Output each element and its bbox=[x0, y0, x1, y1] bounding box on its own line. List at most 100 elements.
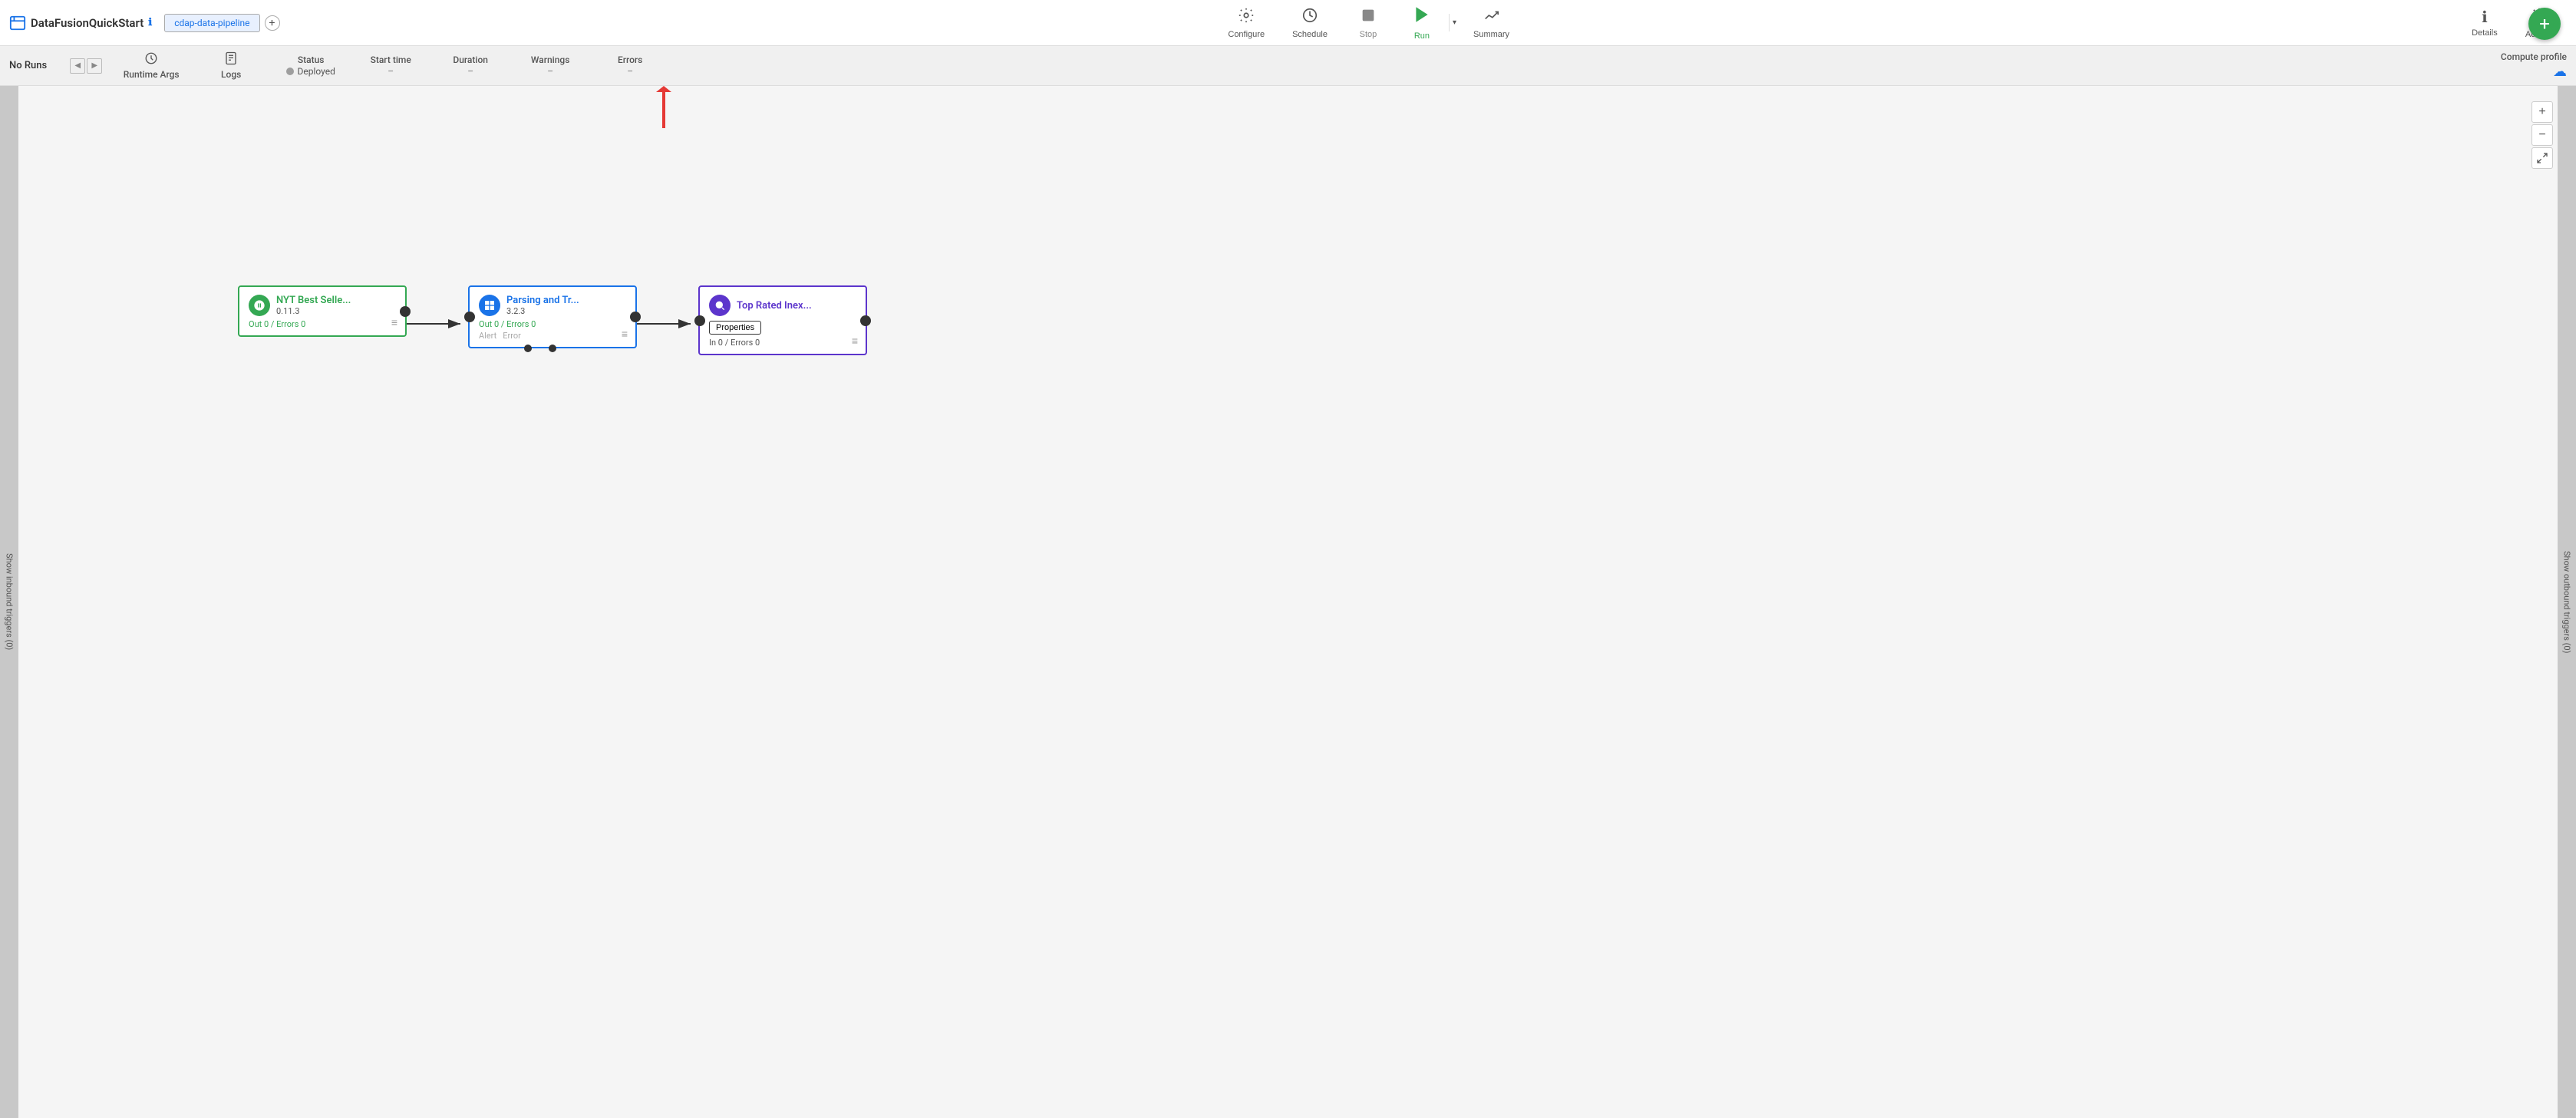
toolbar-center: Configure Schedule Stop bbox=[1214, 0, 1523, 45]
tab-bar: cdap-data-pipeline + bbox=[164, 14, 279, 32]
runtime-args-label: Runtime Args bbox=[124, 69, 180, 80]
configure-button[interactable]: Configure bbox=[1214, 2, 1278, 44]
transform-node-stats: Out 0 / Errors 0 bbox=[479, 319, 626, 329]
transform-node[interactable]: Parsing and Tr... 3.2.3 Out 0 / Errors 0… bbox=[468, 285, 637, 348]
source-node-info: NYT Best Selle... 0.11.3 bbox=[276, 295, 351, 316]
configure-icon bbox=[1238, 7, 1255, 28]
pipeline-tab[interactable]: cdap-data-pipeline bbox=[164, 14, 259, 32]
app-title: DataFusionQuickStart bbox=[31, 16, 143, 30]
transform-node-menu-icon[interactable]: ≡ bbox=[622, 328, 628, 341]
source-node[interactable]: NYT Best Selle... 0.11.3 Out 0 / Errors … bbox=[238, 285, 407, 337]
inbound-triggers-panel[interactable]: Show inbound triggers (0) bbox=[0, 86, 18, 1118]
dropdown-icon: ▾ bbox=[1453, 18, 1456, 27]
sink-node-menu-icon[interactable]: ≡ bbox=[852, 335, 858, 348]
details-label: Details bbox=[2472, 28, 2498, 38]
nav-arrows: ◀ ▶ bbox=[70, 58, 102, 74]
outbound-triggers-label: Show outbound triggers (0) bbox=[2562, 551, 2572, 653]
transform-error-dot[interactable] bbox=[549, 345, 556, 352]
schedule-button[interactable]: Schedule bbox=[1278, 2, 1341, 44]
warnings-item: Warnings – bbox=[519, 54, 581, 77]
transform-input-dot[interactable] bbox=[464, 312, 475, 322]
compute-profile-item: Compute profile ☁ bbox=[2501, 51, 2567, 80]
details-icon: ℹ bbox=[2482, 8, 2488, 27]
compute-profile-icon[interactable]: ☁ bbox=[2553, 64, 2567, 80]
nav-right-button[interactable]: ▶ bbox=[87, 58, 102, 74]
zoom-in-button[interactable]: + bbox=[2531, 101, 2553, 123]
zoom-fit-button[interactable] bbox=[2531, 147, 2553, 169]
run-dropdown-button[interactable]: ▾ bbox=[1449, 14, 1460, 31]
status-badge: Deployed bbox=[286, 66, 335, 77]
warnings-label: Warnings bbox=[531, 54, 569, 65]
source-node-menu-icon[interactable]: ≡ bbox=[391, 316, 397, 329]
status-label: Status bbox=[298, 54, 325, 65]
secondary-bar: No Runs ◀ ▶ Runtime Args Logs Status bbox=[0, 46, 2576, 86]
status-dot bbox=[286, 68, 294, 75]
sink-output-dot[interactable] bbox=[860, 315, 871, 326]
start-time-value: – bbox=[388, 66, 394, 77]
schedule-label: Schedule bbox=[1292, 30, 1328, 39]
source-node-header: NYT Best Selle... 0.11.3 bbox=[249, 295, 396, 316]
outbound-triggers-panel[interactable]: Show outbound triggers (0) bbox=[2558, 86, 2576, 1118]
details-button[interactable]: ℹ Details bbox=[2458, 3, 2512, 42]
summary-label: Summary bbox=[1473, 30, 1509, 39]
stop-icon bbox=[1360, 7, 1377, 28]
source-node-title: NYT Best Selle... bbox=[276, 295, 351, 306]
sink-input-dot[interactable] bbox=[694, 315, 705, 326]
top-toolbar: DataFusionQuickStart ℹ cdap-data-pipelin… bbox=[0, 0, 2576, 46]
zoom-controls: + − bbox=[2531, 101, 2553, 169]
source-node-icon bbox=[249, 295, 270, 316]
source-output-dot[interactable] bbox=[400, 306, 411, 317]
runtime-args-item[interactable]: Runtime Args bbox=[120, 51, 182, 80]
pipeline-arrows bbox=[0, 86, 2576, 1118]
summary-button[interactable]: Summary bbox=[1460, 2, 1523, 44]
tab-add-button[interactable]: + bbox=[265, 15, 280, 31]
transform-alert-dot[interactable] bbox=[524, 345, 532, 352]
no-runs-label: No Runs bbox=[9, 60, 47, 71]
sink-properties-button[interactable]: Properties bbox=[709, 321, 761, 335]
sink-node-title: Top Rated Inex... bbox=[737, 300, 812, 312]
schedule-icon bbox=[1301, 7, 1318, 28]
status-item: Status Deployed bbox=[280, 54, 341, 77]
logs-label: Logs bbox=[221, 69, 241, 80]
start-time-label: Start time bbox=[371, 54, 411, 65]
error-label: Error bbox=[503, 331, 521, 341]
transform-node-info: Parsing and Tr... 3.2.3 bbox=[506, 295, 579, 316]
transform-node-icon bbox=[479, 295, 500, 316]
transform-node-alerts: Alert Error bbox=[479, 331, 626, 341]
run-button[interactable]: Run bbox=[1395, 0, 1449, 45]
errors-label: Errors bbox=[618, 54, 642, 65]
zoom-out-button[interactable]: − bbox=[2531, 124, 2553, 146]
errors-value: – bbox=[627, 66, 633, 77]
logs-icon bbox=[224, 51, 238, 68]
alert-label: Alert bbox=[479, 331, 496, 341]
stop-button[interactable]: Stop bbox=[1341, 2, 1395, 44]
status-value: Deployed bbox=[297, 66, 335, 77]
transform-node-header: Parsing and Tr... 3.2.3 bbox=[479, 295, 626, 316]
nav-left-button[interactable]: ◀ bbox=[70, 58, 85, 74]
app-info-icon[interactable]: ℹ bbox=[148, 17, 152, 28]
sink-node-icon bbox=[709, 295, 731, 316]
app-logo-icon bbox=[9, 15, 26, 31]
duration-item: Duration – bbox=[440, 54, 501, 77]
compute-profile-label: Compute profile bbox=[2501, 51, 2567, 62]
transform-output-dot[interactable] bbox=[630, 312, 641, 322]
pipeline-canvas: Show inbound triggers (0) Show outbound … bbox=[0, 86, 2576, 1118]
run-icon bbox=[1412, 5, 1432, 30]
source-node-stats: Out 0 / Errors 0 bbox=[249, 319, 396, 329]
source-node-version: 0.11.3 bbox=[276, 306, 351, 316]
sink-node-header: Top Rated Inex... bbox=[709, 295, 856, 316]
transform-node-title: Parsing and Tr... bbox=[506, 295, 579, 306]
sink-node-info: Top Rated Inex... bbox=[737, 300, 812, 312]
configure-label: Configure bbox=[1228, 30, 1265, 39]
fab-add-button[interactable]: + bbox=[2528, 8, 2561, 40]
inbound-triggers-label: Show inbound triggers (0) bbox=[5, 553, 15, 650]
sink-node-stats: In 0 / Errors 0 bbox=[709, 338, 856, 348]
warnings-value: – bbox=[547, 66, 553, 77]
app-logo: DataFusionQuickStart ℹ bbox=[9, 15, 152, 31]
transform-node-version: 3.2.3 bbox=[506, 306, 579, 316]
duration-value: – bbox=[467, 66, 473, 77]
start-time-item: Start time – bbox=[360, 54, 421, 77]
sink-node[interactable]: Top Rated Inex... Properties In 0 / Erro… bbox=[698, 285, 867, 355]
logs-item[interactable]: Logs bbox=[200, 51, 262, 80]
runtime-args-icon bbox=[144, 51, 158, 68]
